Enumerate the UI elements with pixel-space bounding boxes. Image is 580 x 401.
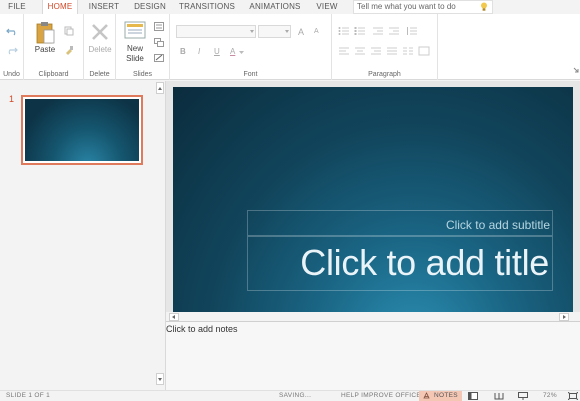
tab-file[interactable]: FILE [0,0,34,14]
format-painter-icon[interactable] [64,45,74,55]
chevron-down-icon [250,30,254,33]
slide-editor: Click to add subtitle Click to add title [166,81,580,321]
saving-status: SAVING... [279,392,312,399]
notes-button-label: NOTES [434,392,458,399]
font-color-button[interactable]: A [230,47,235,56]
chevron-down-icon[interactable] [239,51,244,55]
copy-icon[interactable] [64,26,74,36]
section-icon[interactable] [154,53,164,62]
slide-thumbnail[interactable] [21,95,143,165]
tab-home[interactable]: HOME [42,0,78,14]
zoom-level[interactable]: 72% [543,392,557,399]
tab-transitions[interactable]: TRANSITIONS [176,0,238,14]
slide-counter: SLIDE 1 OF 1 [6,392,51,399]
scroll-down-button[interactable] [156,373,164,385]
chevron-down-icon [285,30,289,33]
title-placeholder-text: Click to add title [300,242,549,283]
tab-view[interactable]: VIEW [312,0,342,14]
status-bar: SLIDE 1 OF 1 SAVING... HELP IMPROVE OFFI… [0,390,580,401]
bullets-icon[interactable] [338,26,350,36]
layout-icon[interactable] [154,22,164,31]
undo-icon[interactable] [6,26,18,36]
scroll-left-button[interactable] [169,313,179,321]
align-center-icon[interactable] [354,46,366,56]
notes-pane[interactable]: Click to add notes [166,321,580,390]
ribbon-tab-bar: FILE HOME INSERT DESIGN TRANSITIONS ANIM… [0,0,580,14]
tab-animations[interactable]: ANIMATIONS [244,0,306,14]
notes-icon [423,392,430,399]
slideshow-view-icon[interactable] [518,392,528,400]
redo-icon[interactable] [6,45,18,55]
italic-button[interactable]: I [198,47,200,56]
bold-button[interactable]: B [180,47,186,56]
undo-group-label: Undo [3,71,20,78]
arrow-up-icon [158,87,162,90]
title-placeholder[interactable]: Click to add title [247,236,553,291]
notes-placeholder: Click to add notes [166,324,238,334]
shrink-font-button[interactable]: A [314,28,319,35]
font-group: A A B I U A Font [170,14,332,80]
horizontal-scrollbar[interactable] [166,312,580,321]
paragraph-group: Paragraph [332,14,438,80]
tell-me-placeholder: Tell me what you want to do [357,2,456,11]
font-size-dropdown[interactable] [258,25,291,38]
new-slide-button[interactable]: New Slide [120,44,150,64]
slides-group: New Slide Slides [116,14,170,80]
tab-design[interactable]: DESIGN [130,0,170,14]
slide-canvas[interactable]: Click to add subtitle Click to add title [173,87,573,313]
slide-number: 1 [9,94,15,104]
fit-slide-icon[interactable] [568,392,578,400]
columns-icon[interactable] [402,46,414,56]
clipboard-group: Paste Clipboard [24,14,84,80]
new-slide-icon[interactable] [124,20,146,40]
tell-me-search-input[interactable]: Tell me what you want to do [353,0,493,14]
reading-view-icon[interactable] [494,392,504,400]
normal-view-icon[interactable] [468,392,478,400]
decrease-indent-icon[interactable] [372,26,384,36]
increase-indent-icon[interactable] [388,26,400,36]
slide-thumbnail-pane: 1 [0,81,166,390]
delete-x-icon[interactable] [90,22,110,42]
lightbulb-icon [481,2,487,11]
font-name-dropdown[interactable] [176,25,256,38]
align-left-icon[interactable] [338,46,350,56]
arrow-left-icon [172,315,175,319]
text-direction-icon[interactable] [418,46,430,56]
undo-group: Undo [0,14,24,80]
slides-group-label: Slides [132,71,153,78]
new-slide-label-line2: Slide [126,54,144,63]
delete-button[interactable]: Delete [84,45,116,54]
slide-thumbnail-preview [25,99,139,161]
scroll-up-button[interactable] [156,82,164,94]
arrow-down-icon [158,378,162,381]
thumbnail-scrollbar[interactable] [155,81,165,390]
align-right-icon[interactable] [370,46,382,56]
reset-slide-icon[interactable] [154,38,164,47]
new-slide-label-line1: New [126,44,143,53]
paragraph-group-label: Paragraph [368,71,401,78]
delete-group-label: Delete [89,71,110,78]
grow-font-button[interactable]: A [298,27,304,37]
numbering-icon[interactable] [354,26,366,36]
line-spacing-icon[interactable] [406,26,418,36]
help-improve-office-link[interactable]: HELP IMPROVE OFFICE [341,392,421,399]
clipboard-group-label: Clipboard [38,71,69,78]
dialog-launcher-icon[interactable] [573,67,579,73]
scroll-right-button[interactable] [559,313,569,321]
justify-icon[interactable] [386,46,398,56]
delete-group: Delete Delete [84,14,116,80]
subtitle-placeholder-text: Click to add subtitle [445,218,550,232]
subtitle-placeholder[interactable]: Click to add subtitle [247,210,553,236]
paste-button[interactable]: Paste [32,45,58,54]
paste-icon[interactable] [34,21,56,45]
ribbon: Undo Paste Clipboard Delete Delete New S… [0,14,580,80]
tab-insert[interactable]: INSERT [84,0,124,14]
underline-button[interactable]: U [214,47,220,56]
arrow-right-icon [563,315,566,319]
font-group-label: Font [243,71,258,78]
